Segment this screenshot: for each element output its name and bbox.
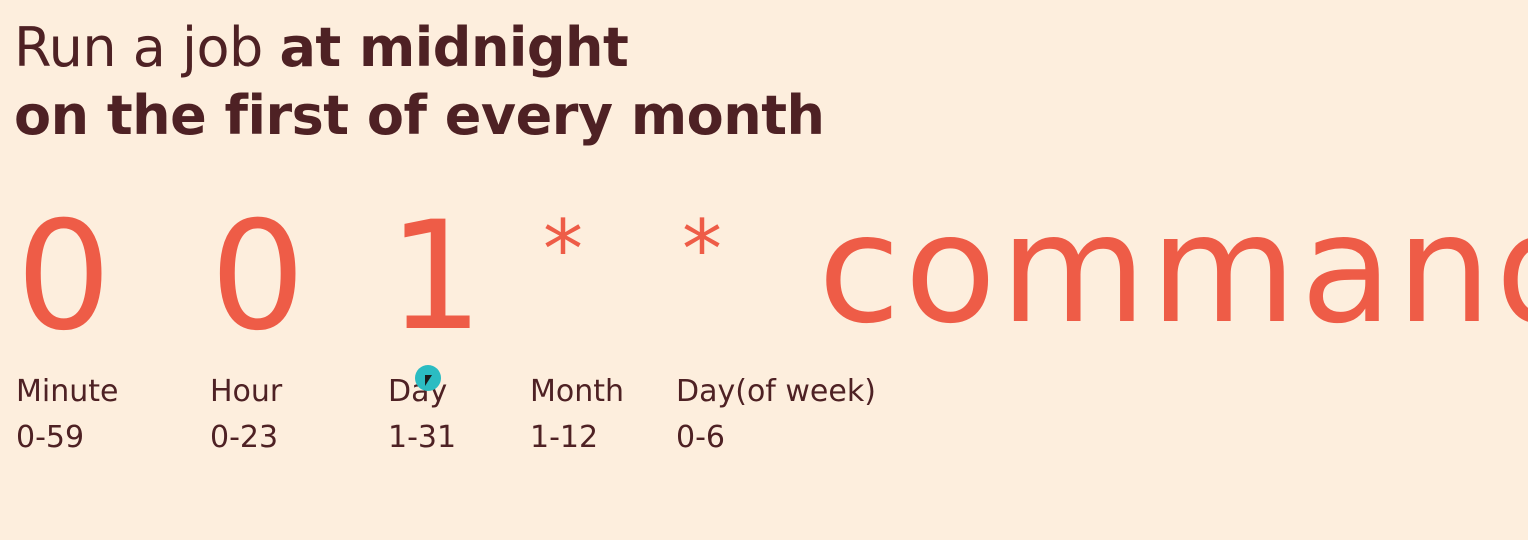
heading-line1-bold: at midnight xyxy=(279,16,629,79)
field-day-of-week-range: 0-6 xyxy=(676,420,725,455)
command-text: command xyxy=(818,183,1528,357)
field-day-of-week-name: Day(of week) xyxy=(676,374,876,409)
heading: Run a job at midnight on the first of ev… xyxy=(14,14,825,150)
mouse-pointer-icon xyxy=(425,375,432,386)
heading-line2-bold: on the first of every month xyxy=(14,84,825,147)
heading-line1-normal: Run a job xyxy=(14,16,280,79)
